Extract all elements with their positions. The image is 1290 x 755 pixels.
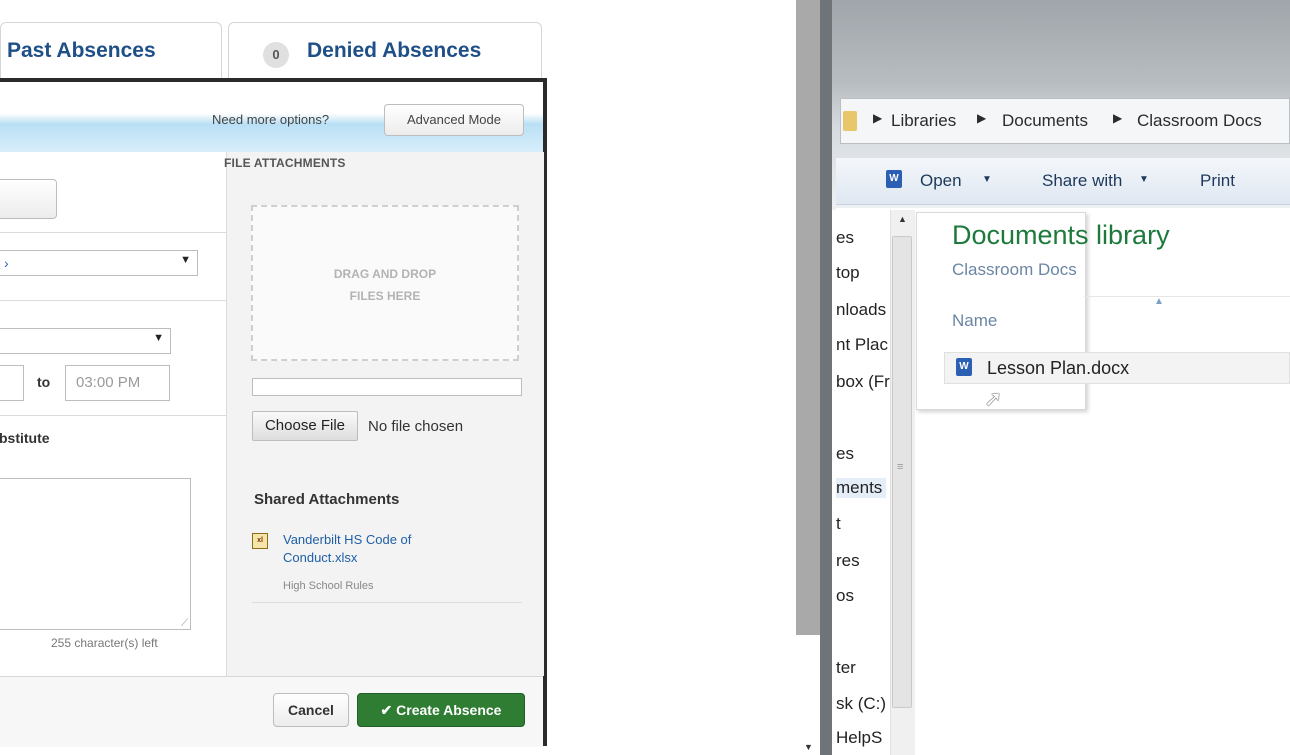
divider — [252, 602, 522, 603]
sort-up-icon: ▲ — [1154, 296, 1164, 307]
upload-progress — [252, 378, 522, 396]
excel-file-icon: xl — [252, 533, 268, 549]
nav-item[interactable]: t — [836, 514, 841, 534]
form-button[interactable] — [0, 179, 57, 219]
word-icon: W — [956, 358, 972, 376]
breadcrumb-arrow-icon: ▶ — [1113, 111, 1123, 125]
dropzone-line1: DRAG AND DROP — [333, 267, 437, 281]
create-absence-dialog: Need more options? Advanced Mode › ▼ ▼ t… — [0, 78, 547, 747]
open-command[interactable]: Open — [920, 171, 962, 191]
notes-textarea[interactable]: ⟋ — [0, 478, 191, 630]
substitute-label: bstitute — [0, 430, 50, 446]
scroll-up-icon[interactable]: ▲ — [898, 214, 907, 224]
divider — [0, 232, 226, 233]
breadcrumb-libraries[interactable]: Libraries — [891, 111, 956, 131]
page-scrollbar[interactable] — [796, 0, 820, 635]
duration-select[interactable]: ▼ — [0, 328, 171, 354]
resize-handle-icon: ⟋ — [181, 618, 188, 629]
tab-denied-absences[interactable]: 0 Denied Absences — [228, 22, 542, 78]
nav-item[interactable]: os — [836, 586, 854, 606]
print-command[interactable]: Print — [1200, 171, 1235, 191]
select-value: › — [4, 255, 9, 271]
end-time-value: 03:00 PM — [76, 374, 141, 391]
create-absence-button[interactable]: ✔ Create Absence — [357, 693, 525, 727]
nav-item-documents[interactable]: ments — [836, 478, 887, 498]
breadcrumb-classroom-docs[interactable]: Classroom Docs — [1137, 111, 1262, 131]
column-name-header[interactable]: Name — [952, 311, 997, 331]
library-title: Documents library — [952, 220, 1170, 250]
count-badge: 0 — [263, 42, 289, 68]
chevron-down-icon: ▼ — [1139, 174, 1149, 185]
library-subtitle: Classroom Docs — [952, 260, 1077, 279]
breadcrumb-arrow-icon: ▶ — [873, 111, 883, 125]
tab-label: Past Absences — [7, 39, 156, 62]
nav-item[interactable]: HelpS — [836, 728, 882, 748]
shared-attachment-link-line2[interactable]: Conduct.xlsx — [283, 550, 357, 565]
file-name[interactable]: Lesson Plan.docx — [987, 358, 1129, 379]
no-file-text: No file chosen — [368, 418, 464, 435]
nav-item[interactable]: sk (C:) — [836, 694, 886, 714]
nav-item[interactable]: es — [836, 444, 854, 464]
word-icon: W — [886, 170, 902, 188]
nav-item[interactable]: box (Fr — [836, 372, 890, 392]
nav-item[interactable]: top — [836, 263, 860, 283]
time-to-label: to — [37, 374, 51, 390]
nav-item[interactable]: ter — [836, 658, 856, 678]
chevron-down-icon: ▼ — [180, 254, 191, 266]
shared-attachment-link-line1[interactable]: Vanderbilt HS Code of — [283, 532, 411, 547]
explorer-frame — [820, 0, 832, 755]
breadcrumb-arrow-icon: ▶ — [977, 111, 987, 125]
folder-icon — [843, 111, 857, 131]
address-bar[interactable]: ▶ Libraries ▶ Documents ▶ Classroom Docs — [840, 98, 1290, 144]
start-time-input[interactable] — [0, 365, 24, 401]
chevron-down-icon: ▼ — [153, 332, 164, 344]
type-select[interactable]: › ▼ — [0, 250, 198, 276]
file-dropzone[interactable]: DRAG AND DROP FILES HERE — [251, 205, 519, 361]
shared-attachments-heading: Shared Attachments — [254, 491, 400, 508]
column-header-line — [1084, 296, 1290, 297]
end-time-input[interactable]: 03:00 PM — [65, 365, 170, 401]
file-attachments-heading: FILE ATTACHMENTS — [224, 156, 346, 170]
tab-past-absences[interactable]: Past Absences — [0, 22, 222, 78]
nav-scrollbar-thumb[interactable]: ≡ — [892, 236, 912, 708]
grip-icon: ≡ — [897, 461, 904, 473]
cancel-button[interactable]: Cancel — [273, 693, 349, 727]
chars-left: 255 character(s) left — [51, 636, 158, 650]
advanced-mode-button[interactable]: Advanced Mode — [384, 104, 524, 136]
cursor-arrow-icon: ➚ — [984, 386, 1003, 411]
explorer-command-bar: W Open ▼ Share with ▼ Print — [836, 158, 1290, 205]
nav-item[interactable]: res — [836, 551, 860, 571]
chevron-down-icon: ▼ — [982, 174, 992, 185]
nav-item[interactable]: nloads — [836, 300, 886, 320]
options-prompt: Need more options? — [212, 112, 330, 127]
shared-attachment-description: High School Rules — [283, 580, 374, 592]
nav-item[interactable]: es — [836, 228, 854, 248]
share-with-command[interactable]: Share with — [1042, 171, 1122, 191]
dropzone-line2: FILES HERE — [349, 289, 421, 303]
divider — [0, 300, 226, 301]
tab-label: Denied Absences — [307, 39, 482, 62]
breadcrumb-documents[interactable]: Documents — [1002, 111, 1088, 131]
choose-file-button[interactable]: Choose File — [252, 411, 358, 441]
divider — [0, 415, 226, 416]
scroll-down-icon[interactable]: ▼ — [804, 742, 813, 752]
nav-item[interactable]: nt Plac — [836, 335, 888, 355]
